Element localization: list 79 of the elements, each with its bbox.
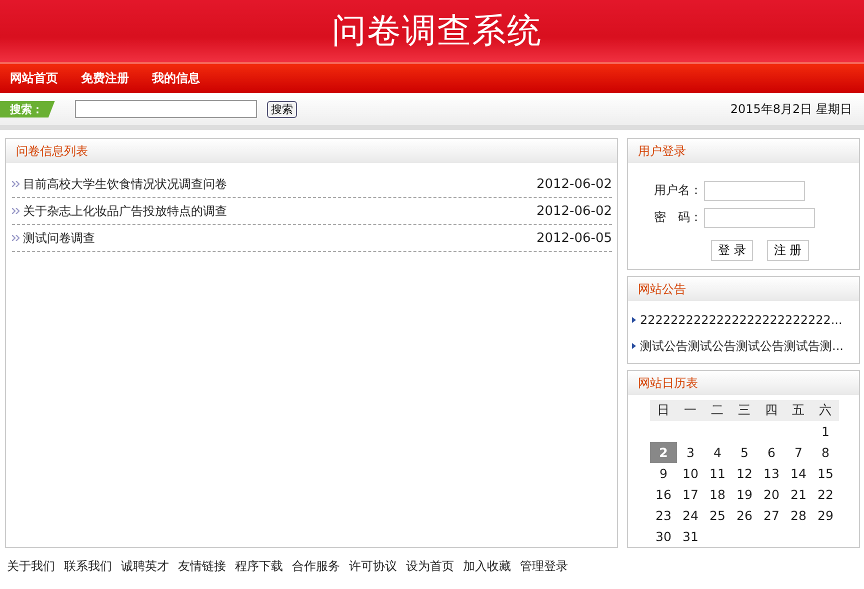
calendar-day[interactable]: 20	[758, 484, 785, 505]
calendar-day[interactable]: 12	[731, 463, 758, 484]
calendar-day[interactable]: 22	[812, 484, 839, 505]
footer-link[interactable]: 友情链接	[178, 558, 226, 575]
nav-link[interactable]: 网站首页	[10, 70, 58, 87]
weekday-label: 一	[683, 401, 698, 419]
calendar-day[interactable]: 24	[677, 505, 704, 526]
calendar-day[interactable]: 13	[758, 463, 785, 484]
password-field[interactable]	[704, 208, 815, 228]
panel-title: 网站公告	[638, 280, 686, 298]
calendar-day[interactable]: 18	[704, 484, 731, 505]
footer-link[interactable]: 设为首页	[406, 558, 454, 575]
footer-link[interactable]: 联系我们	[64, 558, 112, 575]
calendar-day[interactable]: 9	[650, 463, 677, 484]
survey-link[interactable]: 测试问卷调查	[23, 230, 95, 246]
login-button[interactable]: 登 录	[711, 240, 753, 261]
calendar-day[interactable]: 19	[731, 484, 758, 505]
calendar-day[interactable]: 17	[677, 484, 704, 505]
panel-title: 网站日历表	[638, 374, 698, 392]
calendar-day[interactable]: 7	[785, 442, 812, 463]
username-label: 用户名：	[654, 182, 703, 199]
double-arrow-icon	[12, 208, 20, 214]
arrow-bullet-icon	[632, 317, 637, 323]
calendar-day[interactable]: 2	[650, 442, 677, 463]
footer-link[interactable]: 加入收藏	[463, 558, 511, 575]
calendar-day[interactable]: 29	[812, 505, 839, 526]
double-arrow-icon	[12, 235, 20, 241]
search-field[interactable]	[75, 100, 257, 118]
search-label: 搜索：	[0, 100, 55, 118]
footer-link[interactable]: 关于我们	[7, 558, 55, 575]
calendar-day[interactable]: 14	[785, 463, 812, 484]
calendar-day[interactable]: 5	[731, 442, 758, 463]
footer-link[interactable]: 许可协议	[349, 558, 397, 575]
calendar-day[interactable]: 30	[650, 526, 677, 547]
nav-link[interactable]: 免费注册	[81, 70, 129, 87]
calendar-day[interactable]: 3	[677, 442, 704, 463]
calendar-day[interactable]: 23	[650, 505, 677, 526]
survey-date: 2012-06-02	[536, 204, 612, 218]
notice-link[interactable]: 2222222222222222222222222...	[640, 313, 842, 327]
calendar-day[interactable]: 21	[785, 484, 812, 505]
password-label: 密 码：	[654, 209, 703, 226]
calendar-day[interactable]: 1	[812, 421, 839, 442]
footer-link[interactable]: 程序下载	[235, 558, 283, 575]
panel-title: 问卷信息列表	[16, 142, 88, 160]
calendar-day[interactable]: 6	[758, 442, 785, 463]
weekday-label: 六	[818, 401, 833, 419]
calendar-day[interactable]: 4	[704, 442, 731, 463]
survey-link[interactable]: 目前高校大学生饮食情况状况调查问卷	[23, 176, 227, 192]
nav-link[interactable]: 我的信息	[152, 70, 200, 87]
survey-date: 2012-06-05	[536, 230, 612, 246]
survey-link[interactable]: 关于杂志上化妆品广告投放特点的调查	[23, 202, 227, 220]
calendar-day[interactable]: 10	[677, 463, 704, 484]
current-date: 2015年8月2日 星期日	[730, 100, 852, 118]
calendar-day[interactable]: 27	[758, 505, 785, 526]
calendar-day[interactable]: 11	[704, 463, 731, 484]
weekday-label: 日	[656, 401, 671, 419]
site-title: 问卷调查系统	[332, 10, 542, 53]
calendar-day[interactable]: 16	[650, 484, 677, 505]
calendar-day[interactable]: 31	[677, 526, 704, 547]
calendar-day[interactable]: 26	[731, 505, 758, 526]
weekday-label: 二	[710, 401, 725, 419]
footer-link[interactable]: 管理登录	[520, 558, 568, 575]
calendar-day[interactable]: 15	[812, 463, 839, 484]
calendar-day[interactable]: 25	[704, 505, 731, 526]
footer-link[interactable]: 合作服务	[292, 558, 340, 575]
calendar-day[interactable]: 28	[785, 505, 812, 526]
weekday-label: 三	[737, 401, 752, 419]
weekday-label: 四	[764, 401, 779, 419]
search-button[interactable]: 搜索	[267, 100, 297, 118]
footer-link[interactable]: 诚聘英才	[121, 558, 169, 575]
notice-link[interactable]: 测试公告测试公告测试公告测试告测...	[640, 338, 844, 354]
calendar-day[interactable]: 8	[812, 442, 839, 463]
survey-date: 2012-06-02	[536, 176, 612, 192]
weekday-label: 五	[791, 401, 806, 419]
username-field[interactable]	[704, 180, 805, 200]
arrow-bullet-icon	[632, 343, 637, 349]
panel-title: 用户登录	[638, 142, 686, 160]
double-arrow-icon	[12, 181, 20, 187]
register-button[interactable]: 注 册	[766, 240, 809, 261]
